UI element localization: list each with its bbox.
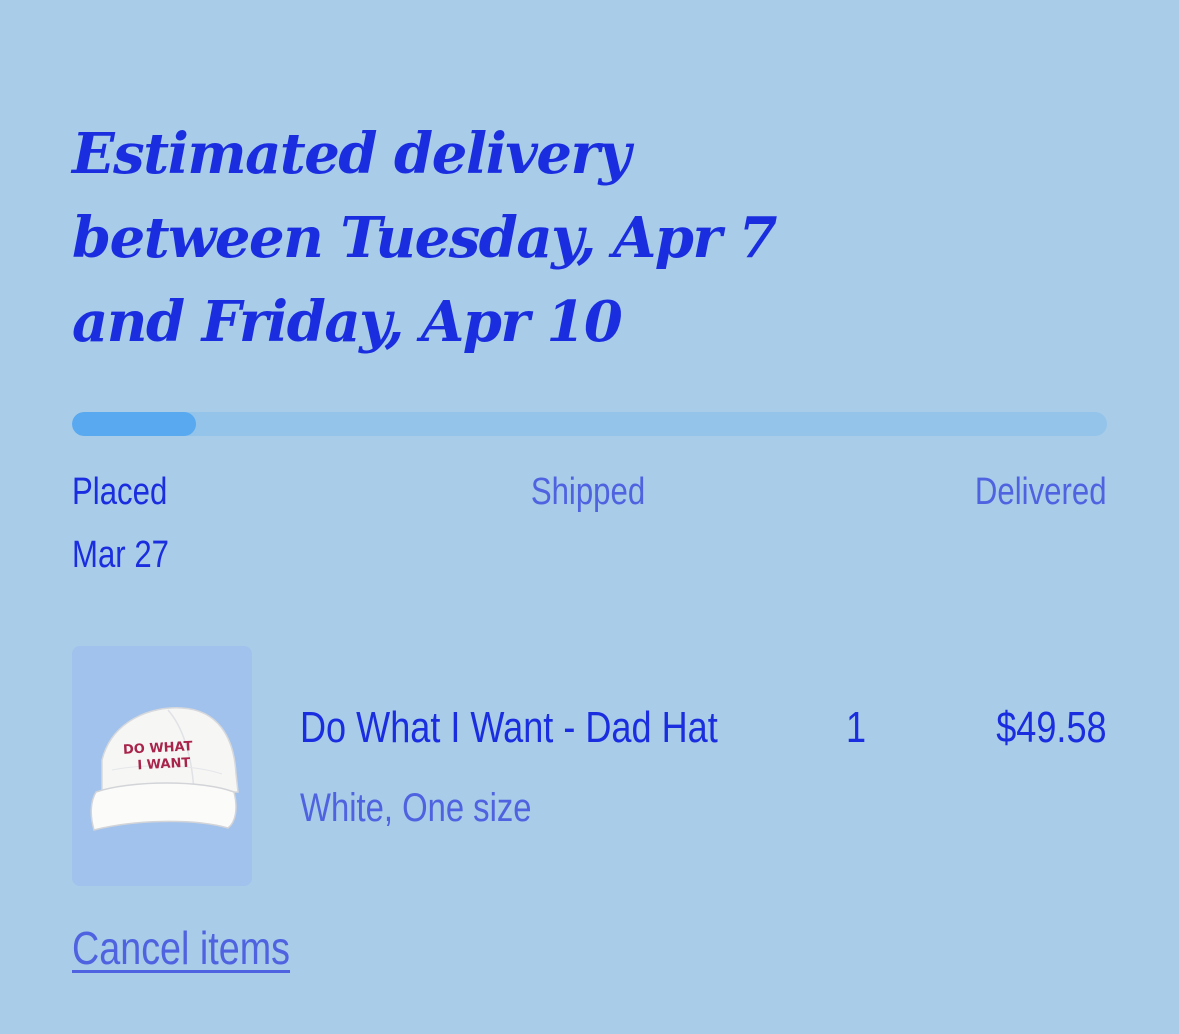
delivery-estimate-heading: Estimated delivery between Tuesday, Apr … <box>72 121 777 355</box>
order-progress-bar <box>72 412 1107 436</box>
step-placed-label: Placed <box>72 471 168 513</box>
product-quantity: 1 <box>846 703 867 752</box>
product-thumbnail[interactable]: DO WHAT I WANT <box>72 646 252 886</box>
step-placed-date: Mar 27 <box>72 534 169 576</box>
white-dad-hat-image: DO WHAT I WANT <box>90 707 239 831</box>
product-name[interactable]: Do What I Want - Dad Hat <box>300 700 718 756</box>
product-price: $49.58 <box>996 703 1107 752</box>
step-delivered-label: Delivered <box>975 471 1107 513</box>
cancel-items-link[interactable]: Cancel items <box>72 918 290 978</box>
hat-embroidery-line2: I WANT <box>137 756 191 774</box>
step-shipped-label: Shipped <box>530 471 646 513</box>
product-variant: White, One size <box>300 786 532 830</box>
order-progress-fill <box>72 412 197 436</box>
